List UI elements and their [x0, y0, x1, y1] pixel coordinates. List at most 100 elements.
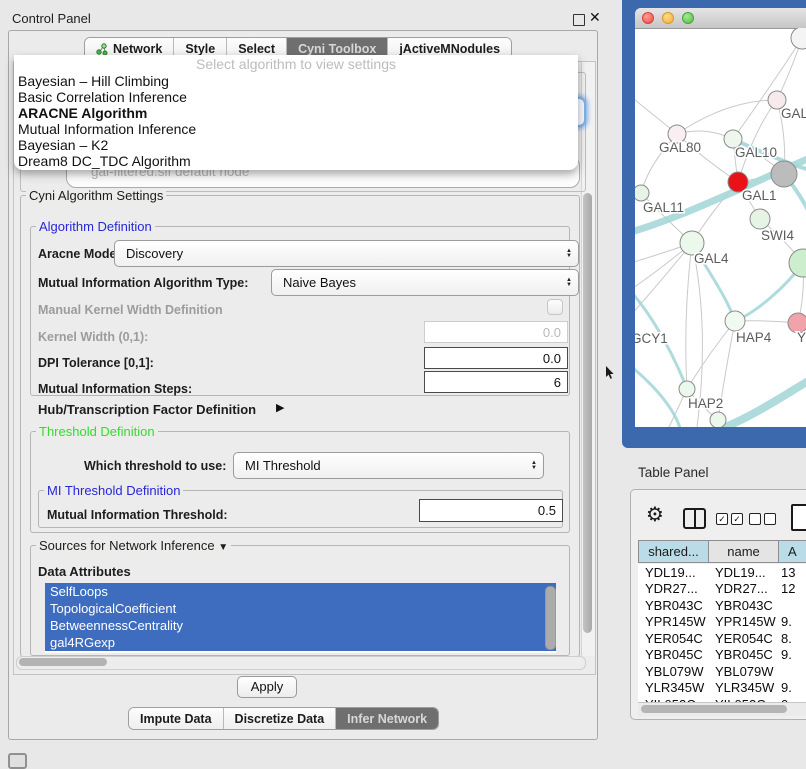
network-view-window: GALGAL80GAL10GAL1GAL11SWI4GAL4HAP4YGCY1H… [635, 8, 806, 427]
network-node-hap2[interactable] [679, 381, 695, 397]
algorithm-option-bayesian-k2[interactable]: Bayesian – K2 [14, 137, 578, 153]
dock-icon[interactable] [8, 753, 27, 769]
mi-type-combobox[interactable]: Naive Bayes ▲▼ [271, 269, 579, 296]
attribute-item-gal4rgexp[interactable]: gal4RGexp [45, 634, 556, 651]
settings-hscrollbar-thumb[interactable] [19, 658, 107, 666]
deselect-all-icon[interactable] [749, 513, 776, 525]
network-edge [686, 243, 692, 389]
algorithm-option-mutual-information-inference[interactable]: Mutual Information Inference [14, 121, 578, 137]
minimize-traffic-light-icon[interactable] [662, 12, 674, 24]
table-cell[interactable]: YER054C [708, 631, 778, 646]
network-node-gal11[interactable] [635, 185, 649, 201]
table-cell[interactable]: YLR345W [638, 680, 708, 695]
network-node-label: GAL10 [735, 145, 777, 160]
network-node[interactable] [791, 28, 806, 49]
network-node-swi4[interactable] [750, 209, 770, 229]
table-row[interactable]: YDL19...YDL19...13 [638, 564, 806, 581]
algorithm-dropdown-placeholder: Select algorithm to view settings [14, 55, 578, 73]
aracne-mode-combobox[interactable]: Discovery ▲▼ [114, 240, 579, 267]
mi-threshold-field[interactable]: 0.5 [419, 499, 563, 522]
table-hscrollbar-thumb[interactable] [641, 705, 787, 713]
control-panel-bottom-tabs: Impute Data Discretize Data Infer Network [128, 707, 439, 730]
network-window-titlebar[interactable] [635, 8, 806, 29]
float-window-icon[interactable] [573, 14, 585, 26]
attribute-item-topologicalcoefficient[interactable]: TopologicalCoefficient [45, 600, 556, 617]
table-cell[interactable]: YLR345W [708, 680, 778, 695]
table-cell[interactable]: 12 [778, 581, 806, 596]
network-node[interactable] [771, 161, 797, 187]
table-cell[interactable]: 8. [778, 631, 806, 646]
table-cell[interactable]: YBL079W [638, 664, 708, 679]
mi-steps-label: Mutual Information Steps: [38, 382, 192, 396]
close-traffic-light-icon[interactable] [642, 12, 654, 24]
attribute-item-betweennesscentrality[interactable]: BetweennessCentrality [45, 617, 556, 634]
tab-infer-network[interactable]: Infer Network [335, 708, 438, 729]
table-cell[interactable]: YDL19... [708, 565, 778, 580]
table-header-name[interactable]: name [708, 540, 779, 563]
network-node-hap4[interactable] [725, 311, 745, 331]
table-cell[interactable]: 9. [778, 680, 806, 695]
document-icon[interactable] [791, 504, 806, 531]
table-cell[interactable]: YDR27... [708, 581, 778, 596]
table-cell[interactable]: YBR045C [708, 647, 778, 662]
table-row[interactable]: YLR345WYLR345W9. [638, 680, 806, 697]
table-row[interactable]: YBR043CYBR043C [638, 597, 806, 614]
tab-label: Discretize Data [235, 712, 325, 726]
network-icon [96, 43, 108, 55]
zoom-traffic-light-icon[interactable] [682, 12, 694, 24]
table-cell[interactable]: 9. [778, 614, 806, 629]
table-cell[interactable]: YDR27... [638, 581, 708, 596]
dpi-tolerance-field[interactable]: 0.0 [424, 347, 568, 369]
network-edge [635, 243, 692, 324]
network-node-label: GCY1 [635, 331, 668, 346]
columns-icon[interactable] [683, 508, 706, 529]
table-cell[interactable]: 13 [778, 565, 806, 580]
table-row[interactable]: YBR045CYBR045C9. [638, 647, 806, 664]
mouse-cursor [606, 366, 616, 380]
network-canvas[interactable]: GALGAL80GAL10GAL1GAL11SWI4GAL4HAP4YGCY1H… [635, 28, 806, 427]
data-attributes-list: SelfLoopsTopologicalCoefficientBetweenne… [45, 583, 556, 653]
table-cell[interactable]: YBR043C [638, 598, 708, 613]
table-cell[interactable]: YPR145W [708, 614, 778, 629]
apply-button[interactable]: Apply [237, 676, 297, 698]
table-cell[interactable]: YDL19... [638, 565, 708, 580]
table-header-shared[interactable]: shared... [638, 540, 709, 563]
algorithm-option-bayesian-hill-climbing[interactable]: Bayesian – Hill Climbing [14, 73, 578, 89]
gear-icon[interactable]: ⚙ [646, 504, 664, 526]
table-cell[interactable]: YBL079W [708, 664, 778, 679]
manual-kernel-checkbox[interactable] [547, 299, 563, 315]
algorithm-option-basic-correlation-inference[interactable]: Basic Correlation Inference [14, 89, 578, 105]
table-cell[interactable]: YER054C [638, 631, 708, 646]
tab-label: Infer Network [347, 712, 427, 726]
collapse-down-icon[interactable]: ▼ [218, 542, 228, 553]
kernel-width-field[interactable]: 0.0 [424, 321, 568, 343]
attributes-scrollbar-thumb[interactable] [545, 586, 556, 650]
table-cell[interactable]: YBR043C [708, 598, 778, 613]
table-row[interactable]: YDR27...YDR27...12 [638, 581, 806, 598]
table-panel-title: Table Panel [638, 465, 709, 480]
network-edge [677, 100, 777, 134]
close-icon[interactable]: ✕ [589, 9, 601, 26]
tab-discretize-data[interactable]: Discretize Data [223, 708, 336, 729]
select-all-icon[interactable]: ✓✓ [716, 513, 743, 525]
network-edge [687, 321, 735, 389]
table-cell[interactable]: YPR145W [638, 614, 708, 629]
table-row[interactable]: YBL079WYBL079W [638, 663, 806, 680]
table-cell[interactable]: YBR045C [638, 647, 708, 662]
data-attributes-label: Data Attributes [38, 564, 131, 579]
which-threshold-combobox[interactable]: MI Threshold ▲▼ [233, 452, 544, 479]
table-row[interactable]: YER054CYER054C8. [638, 630, 806, 647]
attribute-item-selfloops[interactable]: SelfLoops [45, 583, 556, 600]
algorithm-option-dream8-dc-tdc-algorithm[interactable]: Dream8 DC_TDC Algorithm [14, 153, 578, 169]
expand-right-icon[interactable]: ▶ [276, 401, 284, 414]
table-header-extra[interactable]: A [778, 540, 806, 563]
tab-impute-data[interactable]: Impute Data [129, 708, 223, 729]
algorithm-option-aracne-algorithm[interactable]: ARACNE Algorithm [14, 105, 578, 121]
table-row[interactable]: YPR145WYPR145W9. [638, 614, 806, 631]
network-node-label: GAL80 [659, 140, 701, 155]
network-node[interactable] [710, 412, 726, 427]
settings-vscrollbar-thumb[interactable] [583, 193, 592, 633]
mi-steps-field[interactable]: 6 [424, 371, 568, 393]
network-node[interactable] [789, 249, 806, 277]
table-cell[interactable]: 9. [778, 647, 806, 662]
